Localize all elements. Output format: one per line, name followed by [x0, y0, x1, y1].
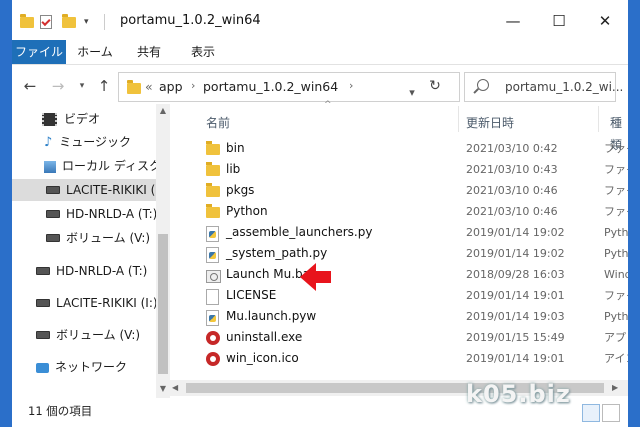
- minimize-button[interactable]: —: [490, 8, 536, 34]
- large-icons-view-icon[interactable]: [602, 404, 620, 422]
- search-placeholder: portamu_1.0.2_wi...: [505, 80, 624, 94]
- explorer-window: ▾ portamu_1.0.2_win64 — ☐ ✕ ファイル ホーム 共有 …: [12, 0, 628, 427]
- navigation-bar: ← → ▾ ↑ « app › portamu_1.0.2_win64 › ▾ …: [12, 66, 628, 106]
- drive-icon: [46, 185, 60, 194]
- drive-icon: [46, 209, 60, 218]
- drive-icon: [44, 160, 56, 173]
- ribbon-tabs: ファイル ホーム 共有 表示: [12, 40, 628, 65]
- scroll-thumb[interactable]: [158, 234, 168, 374]
- navigation-pane: ビデオ ♪ミュージック ローカル ディスク (C: LACITE-RIKIKI …: [12, 104, 168, 398]
- file-row-lib[interactable]: lib 2021/03/10 0:43 ファイ: [200, 159, 628, 180]
- window-title: portamu_1.0.2_win64: [120, 13, 261, 28]
- folder-icon: [206, 183, 220, 197]
- folder-icon: [206, 204, 220, 218]
- batch-file-icon: [206, 270, 221, 283]
- python-file-icon: [206, 247, 219, 263]
- folder-icon: [206, 141, 220, 155]
- column-header-name[interactable]: 名前: [206, 112, 230, 134]
- sidebar-item-network[interactable]: ネットワーク: [36, 356, 127, 378]
- file-row-launch-mu[interactable]: Launch Mu.bat 2018/09/28 16:03 Wind: [200, 264, 628, 285]
- application-icon: [206, 331, 220, 345]
- scroll-left-icon[interactable]: ◀: [172, 383, 178, 392]
- title-bar: ▾ portamu_1.0.2_win64 — ☐ ✕: [12, 0, 628, 38]
- drive-icon: [36, 298, 50, 307]
- file-row-uninstall[interactable]: uninstall.exe 2019/01/15 15:49 アプリ: [200, 327, 628, 348]
- file-list: ^ 名前 更新日時 種類 bin 2021/03/10 0:42 ファイ lib…: [180, 100, 628, 398]
- sort-ascending-icon: ^: [324, 100, 332, 110]
- file-row-license[interactable]: LICENSE 2019/01/14 19:01 ファイ: [200, 285, 628, 306]
- tab-file[interactable]: ファイル: [12, 40, 66, 64]
- breadcrumb-chevron-icon[interactable]: ›: [349, 79, 353, 92]
- back-button[interactable]: ←: [20, 76, 40, 96]
- icon-file-icon: [206, 352, 220, 366]
- column-header-type[interactable]: 種類: [610, 112, 628, 152]
- scroll-up-icon[interactable]: ▲: [156, 106, 170, 115]
- new-folder-icon[interactable]: [62, 13, 76, 31]
- recent-locations-button[interactable]: ▾: [72, 76, 92, 96]
- red-arrow-icon: [300, 263, 331, 291]
- file-row-mu-launch[interactable]: Mu.launch.pyw 2019/01/14 19:03 Pytho: [200, 306, 628, 327]
- sidebar-item-videos[interactable]: ビデオ: [42, 108, 100, 130]
- search-box[interactable]: portamu_1.0.2_wi...: [464, 72, 623, 102]
- column-divider[interactable]: [598, 106, 599, 132]
- tab-home[interactable]: ホーム: [72, 40, 118, 64]
- sidebar-item-local-disk[interactable]: ローカル ディスク (C:: [44, 155, 156, 177]
- folder-icon: [206, 162, 220, 176]
- scroll-right-icon[interactable]: ▶: [612, 383, 618, 392]
- video-icon: [42, 113, 57, 126]
- maximize-button[interactable]: ☐: [536, 8, 582, 34]
- sidebar-item-lacite-rikiki-root[interactable]: LACITE-RIKIKI (I:): [36, 292, 158, 314]
- drive-icon: [46, 233, 60, 242]
- title-divider: [104, 14, 105, 30]
- breadcrumb-chevron-icon[interactable]: ›: [191, 79, 195, 92]
- file-row-pkgs[interactable]: pkgs 2021/03/10 0:46 ファイ: [200, 180, 628, 201]
- folder-icon: [20, 13, 34, 31]
- navigation-scrollbar[interactable]: ▲ ▼: [156, 104, 170, 398]
- file-row-win-icon[interactable]: win_icon.ico 2019/01/14 19:01 アイコ: [200, 348, 628, 369]
- file-row-system-path[interactable]: _system_path.py 2019/01/14 19:02 Pytho: [200, 243, 628, 264]
- breadcrumb-overflow[interactable]: «: [145, 79, 153, 94]
- details-view-icon[interactable]: [582, 404, 600, 422]
- tab-share[interactable]: 共有: [126, 40, 172, 64]
- file-row-assemble-launchers[interactable]: _assemble_launchers.py 2019/01/14 19:02 …: [200, 222, 628, 243]
- watermark: k05.biz: [466, 380, 571, 408]
- python-file-icon: [206, 226, 219, 242]
- breadcrumb-portamu[interactable]: portamu_1.0.2_win64: [203, 79, 338, 94]
- sidebar-item-lacite-rikiki[interactable]: LACITE-RIKIKI (I:): [12, 179, 168, 201]
- close-button[interactable]: ✕: [582, 8, 628, 34]
- address-dropdown-icon[interactable]: ▾: [401, 79, 423, 107]
- python-file-icon: [206, 310, 219, 326]
- search-icon: [477, 79, 489, 91]
- address-bar[interactable]: « app › portamu_1.0.2_win64 › ▾: [118, 72, 460, 102]
- properties-icon[interactable]: [40, 13, 52, 31]
- sidebar-item-hd-nrld-root[interactable]: HD-NRLD-A (T:): [36, 260, 147, 282]
- item-count: 11 個の項目: [28, 404, 93, 418]
- network-icon: [36, 362, 49, 373]
- file-row-bin[interactable]: bin 2021/03/10 0:42 ファイ: [200, 138, 628, 159]
- address-folder-icon: [127, 80, 141, 94]
- drive-icon: [36, 330, 50, 339]
- sidebar-item-music[interactable]: ♪ ミュージック: [44, 131, 131, 153]
- sidebar-item-hd-nrld[interactable]: HD-NRLD-A (T:): [46, 203, 157, 225]
- tab-view[interactable]: 表示: [180, 40, 226, 64]
- up-button[interactable]: ↑: [94, 76, 114, 96]
- sidebar-item-volume-root[interactable]: ボリューム (V:): [36, 324, 140, 346]
- refresh-button[interactable]: ↻: [424, 72, 446, 100]
- forward-button[interactable]: →: [48, 76, 68, 96]
- column-header-date[interactable]: 更新日時: [466, 112, 514, 134]
- breadcrumb-app[interactable]: app: [159, 79, 183, 94]
- music-icon: ♪: [44, 135, 53, 150]
- column-divider[interactable]: [458, 106, 459, 132]
- customize-toolbar-icon[interactable]: ▾: [84, 13, 89, 31]
- file-row-python[interactable]: Python 2021/03/10 0:46 ファイ: [200, 201, 628, 222]
- sidebar-item-volume[interactable]: ボリューム (V:): [46, 227, 150, 249]
- document-icon: [206, 289, 219, 305]
- drive-icon: [36, 266, 50, 275]
